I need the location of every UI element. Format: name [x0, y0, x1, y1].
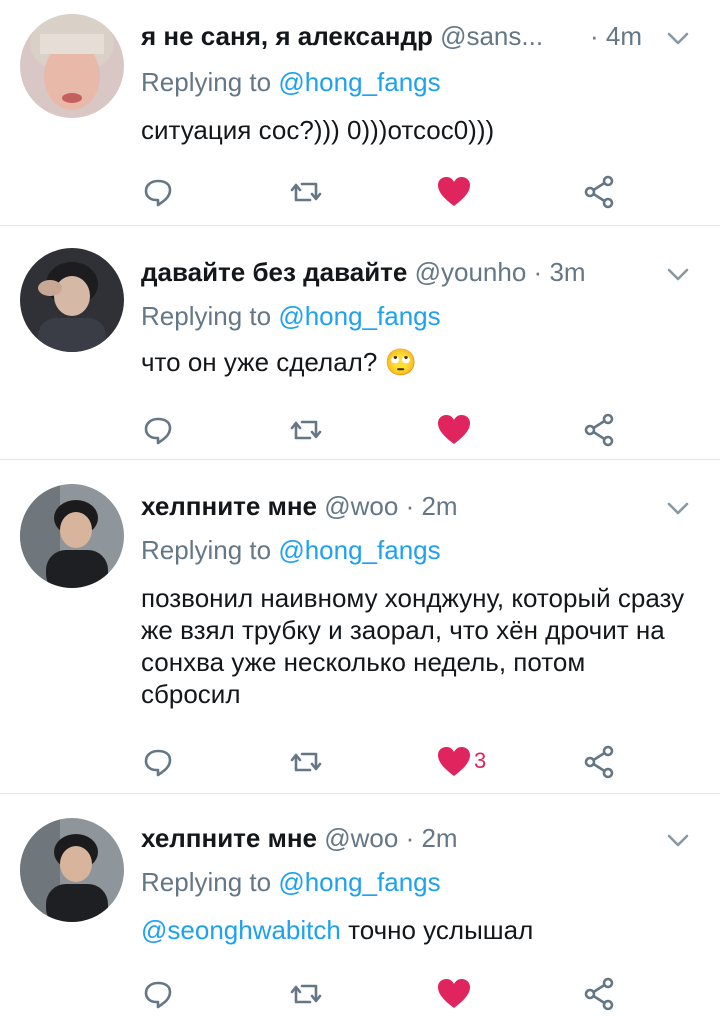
- timestamp[interactable]: 2m: [421, 823, 457, 853]
- retweet-icon[interactable]: [286, 974, 326, 1014]
- retweet-icon[interactable]: [286, 410, 326, 450]
- share-icon[interactable]: [580, 742, 620, 782]
- tweet-actions: 3: [0, 742, 720, 782]
- tweet[interactable]: я не саня, я александр @sans... · 4m Rep…: [0, 0, 720, 226]
- replying-to-link[interactable]: @hong_fangs: [278, 301, 440, 331]
- reply-icon[interactable]: [138, 742, 178, 782]
- replying-to-link[interactable]: @hong_fangs: [278, 67, 440, 97]
- tweet-text: что он уже сделал? 🙄: [141, 347, 417, 377]
- timestamp[interactable]: 4m: [606, 21, 642, 51]
- time-separator: ·: [405, 491, 415, 521]
- replying-to: Replying to @hong_fangs: [141, 301, 441, 331]
- retweet-icon[interactable]: [286, 172, 326, 212]
- heart-icon[interactable]: [434, 172, 474, 212]
- mention-link[interactable]: @seonghwabitch: [141, 915, 341, 945]
- replying-to: Replying to @hong_fangs: [141, 867, 441, 897]
- time-separator: ·: [590, 21, 599, 51]
- display-name[interactable]: я не саня, я александр: [141, 21, 433, 51]
- tweet[interactable]: давайте без давайте @younho · 3m Replyin…: [0, 226, 720, 460]
- tweet-actions: [0, 410, 720, 450]
- share-icon[interactable]: [580, 410, 620, 450]
- tweet-text: ситуация сос?))) 0)))отсос0))): [141, 115, 495, 145]
- display-name[interactable]: хелпните мне: [141, 823, 317, 853]
- retweet-icon[interactable]: [286, 742, 326, 782]
- chevron-down-icon[interactable]: [664, 826, 692, 854]
- user-handle[interactable]: @sans...: [440, 21, 543, 51]
- display-name[interactable]: давайте без давайте: [141, 257, 407, 287]
- replying-to-link[interactable]: @hong_fangs: [278, 867, 440, 897]
- user-handle[interactable]: @younho: [415, 257, 527, 287]
- time-separator: ·: [405, 823, 415, 853]
- timestamp[interactable]: 2m: [421, 491, 457, 521]
- avatar[interactable]: [20, 484, 124, 588]
- avatar[interactable]: [20, 818, 124, 922]
- tweet[interactable]: хелпните мне @woo · 2m Replying to @hong…: [0, 460, 720, 794]
- like-count: 3: [474, 748, 487, 773]
- emoji-eye-roll: 🙄: [384, 347, 417, 377]
- tweet-text: позвонил наивному хонджуну, который сраз…: [141, 583, 685, 709]
- share-icon[interactable]: [580, 974, 620, 1014]
- tweet-actions: [0, 172, 720, 212]
- chevron-down-icon[interactable]: [664, 494, 692, 522]
- user-handle[interactable]: @woo: [324, 491, 398, 521]
- time-separator: ·: [533, 257, 543, 287]
- tweet-actions: [0, 974, 720, 1014]
- share-icon[interactable]: [580, 172, 620, 212]
- reply-icon[interactable]: [138, 410, 178, 450]
- chevron-down-icon[interactable]: [664, 24, 692, 52]
- avatar[interactable]: [20, 14, 124, 118]
- tweet-text: @seonghwabitch точно услышал: [141, 915, 534, 945]
- user-handle[interactable]: @woo: [324, 823, 398, 853]
- replying-to: Replying to @hong_fangs: [141, 67, 441, 97]
- timestamp[interactable]: 3m: [549, 257, 585, 287]
- heart-icon[interactable]: [434, 742, 474, 782]
- replying-to: Replying to @hong_fangs: [141, 535, 441, 565]
- reply-icon[interactable]: [138, 172, 178, 212]
- display-name[interactable]: хелпните мне: [141, 491, 317, 521]
- heart-icon[interactable]: [434, 410, 474, 450]
- replying-to-link[interactable]: @hong_fangs: [278, 535, 440, 565]
- chevron-down-icon[interactable]: [664, 260, 692, 288]
- reply-icon[interactable]: [138, 974, 178, 1014]
- heart-icon[interactable]: [434, 974, 474, 1014]
- avatar[interactable]: [20, 248, 124, 352]
- tweet[interactable]: хелпните мне @woo · 2m Replying to @hong…: [0, 794, 720, 1018]
